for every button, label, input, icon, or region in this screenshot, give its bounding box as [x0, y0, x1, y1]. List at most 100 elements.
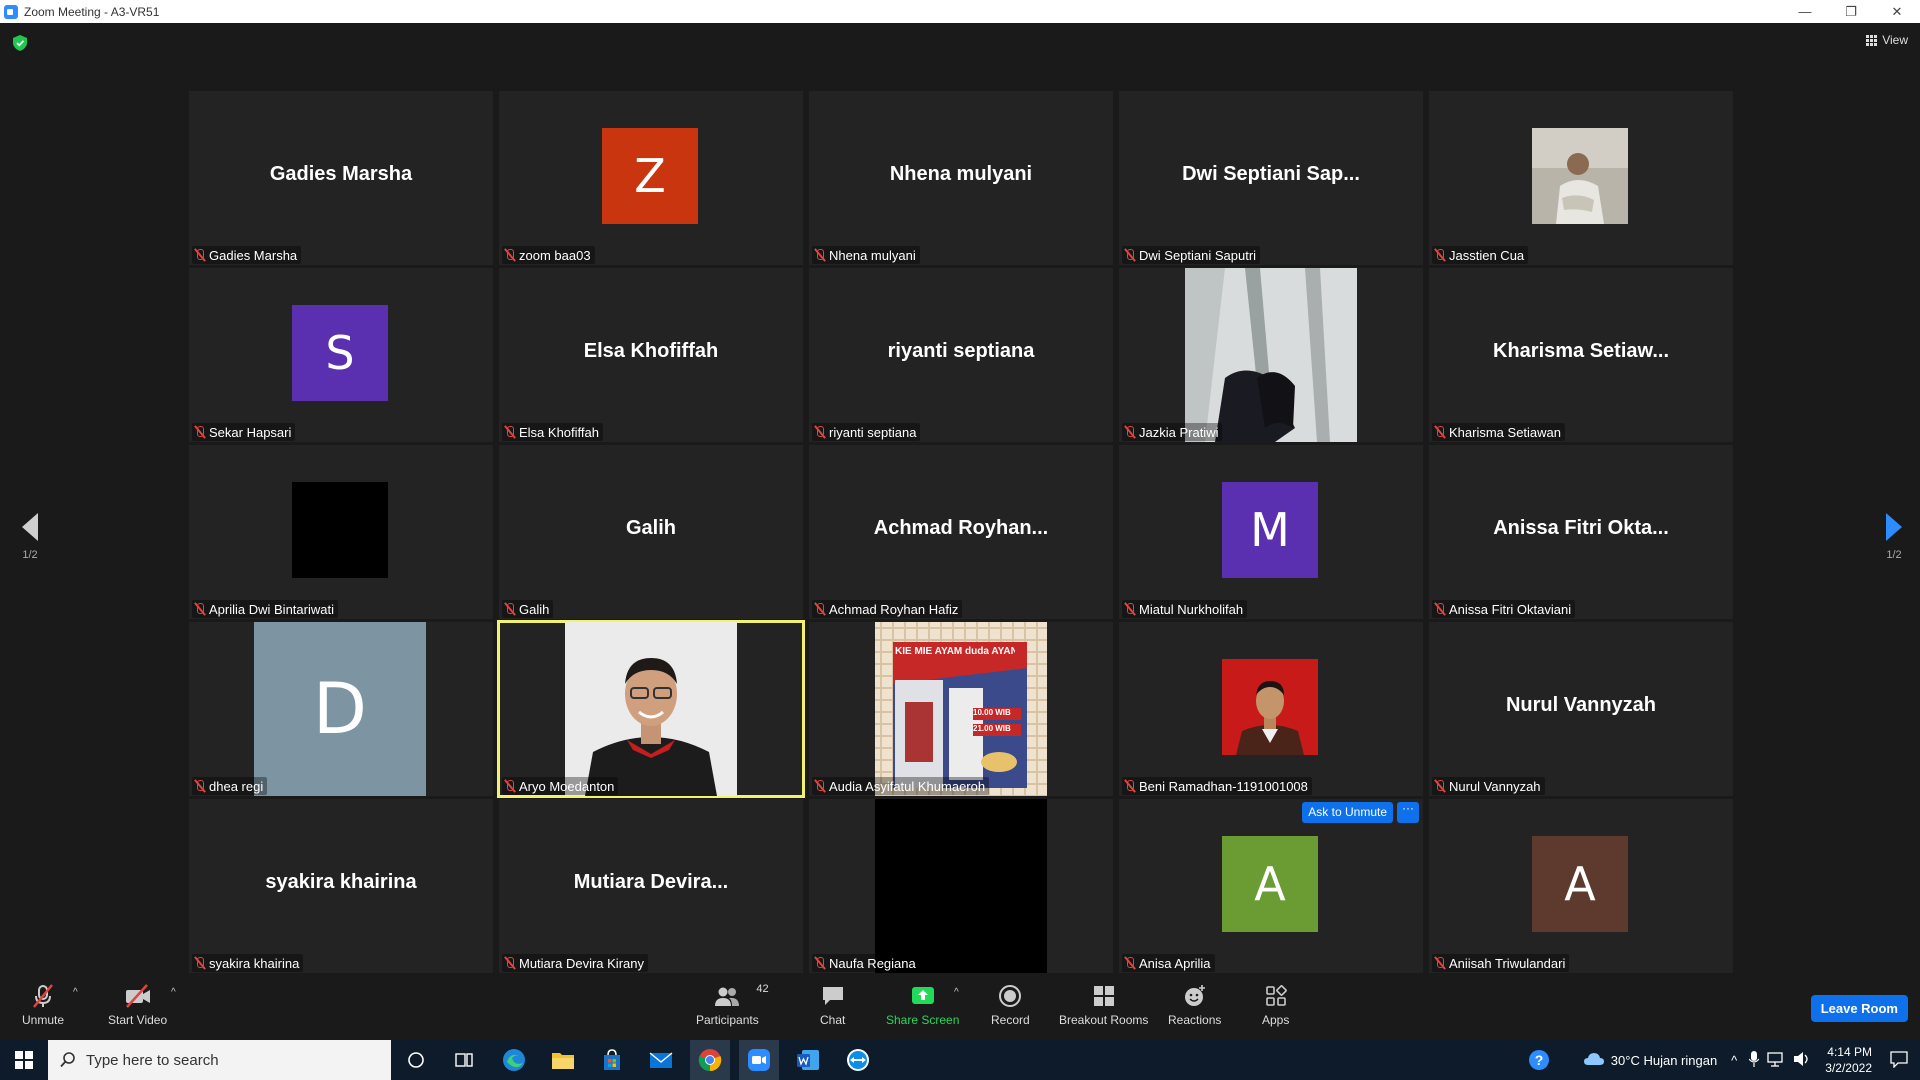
participant-tile[interactable]: KIE MIE AYAM duda AYANG 10.00 WIB 21.00 … [809, 622, 1113, 796]
network-icon[interactable] [1767, 1051, 1785, 1070]
active-speaker-tile[interactable]: Aryo Moedanton [497, 620, 805, 798]
search-icon [60, 1052, 75, 1068]
participant-tile[interactable]: Gadies Marsha Gadies Marsha [189, 91, 493, 265]
participant-tile[interactable]: Jasstien Cua [1429, 91, 1733, 265]
profile-photo [1222, 659, 1318, 755]
participant-tile[interactable]: Beni Ramadhan-1191001008 [1119, 622, 1423, 796]
windows-start-icon[interactable] [4, 1040, 44, 1080]
apps-button[interactable]: Apps [1262, 983, 1289, 1027]
help-icon[interactable]: ? [1519, 1049, 1559, 1071]
unmute-button[interactable]: Unmute [22, 983, 64, 1027]
muted-mic-icon [1434, 779, 1446, 793]
muted-mic-icon [194, 425, 206, 439]
participant-tile[interactable]: Elsa Khofiffah Elsa Khofiffah [499, 268, 803, 442]
volume-icon[interactable] [1793, 1051, 1811, 1070]
participant-name: riyanti septiana [829, 424, 917, 440]
weather-text[interactable]: 30°C Hujan ringan [1611, 1053, 1717, 1068]
participant-tile[interactable]: Achmad Royhan... Achmad Royhan Hafiz [809, 445, 1113, 619]
muted-mic-icon [194, 602, 206, 616]
reactions-label: Reactions [1168, 1013, 1222, 1027]
participant-tile[interactable]: Ask to Unmute ··· A Anisa Aprilia [1119, 799, 1423, 973]
participants-label: Participants [696, 1013, 759, 1027]
leave-room-button[interactable]: Leave Room [1810, 995, 1908, 1022]
participant-tile[interactable]: Mutiara Devira... Mutiara Devira Kirany [499, 799, 803, 973]
teamviewer-icon[interactable] [838, 1040, 878, 1080]
zoom-taskbar-icon[interactable] [739, 1040, 779, 1080]
muted-mic-icon [1434, 248, 1446, 262]
participant-name: syakira khairina [209, 955, 300, 971]
next-page-button[interactable]: 1/2 [1879, 513, 1909, 561]
participant-name: Audia Asyifatul Khumaeroh [829, 778, 986, 794]
ask-to-unmute-button[interactable]: Ask to Unmute [1302, 802, 1393, 823]
share-screen-button[interactable]: Share Screen [886, 983, 959, 1027]
previous-page-button[interactable]: 1/2 [15, 513, 45, 561]
participant-tile[interactable]: D dhea regi [189, 622, 493, 796]
participant-name: Gadies Marsha [209, 247, 298, 263]
microphone-tray-icon[interactable] [1748, 1050, 1760, 1070]
participant-tile[interactable]: Anissa Fitri Okta... Anissa Fitri Oktavi… [1429, 445, 1733, 619]
muted-mic-icon [814, 425, 826, 439]
participant-tile[interactable]: Jazkia Pratiwi [1119, 268, 1423, 442]
window-title-bar: Zoom Meeting - A3-VR51 — ❐ ✕ [0, 0, 1920, 23]
mail-icon[interactable] [641, 1040, 681, 1080]
participants-button[interactable]: 42 Participants [696, 983, 769, 1027]
participant-tile[interactable]: Naufa Regiana [809, 799, 1113, 973]
encryption-shield-icon[interactable] [13, 35, 27, 51]
share-options-caret-icon[interactable]: ^ [954, 987, 959, 998]
edge-browser-icon[interactable] [494, 1040, 534, 1080]
word-icon[interactable] [788, 1040, 828, 1080]
show-hidden-icons-chevron-icon[interactable]: ^ [1731, 1053, 1737, 1068]
participant-tile[interactable]: Galih Galih [499, 445, 803, 619]
muted-mic-icon [504, 779, 516, 793]
restore-icon[interactable]: ❐ [1828, 0, 1874, 23]
cortana-icon[interactable] [396, 1040, 436, 1080]
microsoft-store-icon[interactable] [592, 1040, 632, 1080]
muted-mic-icon [1124, 602, 1136, 616]
clock[interactable]: 4:14 PM 3/2/2022 [1825, 1044, 1872, 1076]
task-view-icon[interactable] [444, 1040, 484, 1080]
record-button[interactable]: Record [991, 983, 1030, 1027]
close-icon[interactable]: ✕ [1874, 0, 1920, 23]
participant-tile[interactable]: M Miatul Nurkholifah [1119, 445, 1423, 619]
muted-mic-icon [814, 602, 826, 616]
participant-tile[interactable]: Aprilia Dwi Bintariwati [189, 445, 493, 619]
audio-options-caret-icon[interactable]: ^ [73, 987, 78, 998]
participant-tile[interactable]: Nurul Vannyzah Nurul Vannyzah [1429, 622, 1733, 796]
chrome-icon[interactable] [690, 1040, 730, 1080]
file-explorer-icon[interactable] [543, 1040, 583, 1080]
view-button[interactable]: View [1866, 33, 1908, 47]
participant-display-name: Achmad Royhan... [873, 517, 1049, 539]
window-title: Zoom Meeting - A3-VR51 [24, 4, 160, 19]
weather-cloud-icon[interactable] [1583, 1051, 1605, 1070]
participant-tile[interactable]: riyanti septiana riyanti septiana [809, 268, 1113, 442]
muted-mic-icon [1124, 425, 1136, 439]
chat-button[interactable]: Chat [820, 983, 845, 1027]
more-options-button[interactable]: ··· [1397, 802, 1419, 823]
participant-display-name: riyanti septiana [887, 340, 1035, 362]
participant-nameplate: Jasstien Cua [1432, 246, 1529, 264]
participant-tile[interactable]: syakira khairina syakira khairina [189, 799, 493, 973]
participant-name: Galih [519, 601, 550, 617]
muted-mic-icon [1124, 248, 1136, 262]
participant-tile[interactable]: A Aniisah Triwulandari [1429, 799, 1733, 973]
video-options-caret-icon[interactable]: ^ [171, 987, 176, 998]
participant-nameplate: Sekar Hapsari [192, 423, 296, 441]
participant-tile[interactable]: S Sekar Hapsari [189, 268, 493, 442]
participant-tile[interactable]: Kharisma Setiaw... Kharisma Setiawan [1429, 268, 1733, 442]
chat-label: Chat [820, 1013, 846, 1027]
start-video-button[interactable]: Start Video [108, 983, 167, 1027]
muted-mic-icon [194, 779, 206, 793]
participants-count: 42 [756, 983, 769, 995]
participant-nameplate: syakira khairina [192, 954, 304, 972]
participant-tile[interactable]: Dwi Septiani Sap... Dwi Septiani Saputri [1119, 91, 1423, 265]
breakout-rooms-button[interactable]: Breakout Rooms [1059, 983, 1148, 1027]
reactions-button[interactable]: Reactions [1168, 983, 1221, 1027]
meeting-toolbar: Unmute ^ Start Video ^ 42 Participants C… [0, 975, 1920, 1040]
participant-tile[interactable]: Nhena mulyani Nhena mulyani [809, 91, 1113, 265]
participant-nameplate: Miatul Nurkholifah [1122, 600, 1248, 618]
taskbar-search-box[interactable]: Type here to search [48, 1040, 391, 1080]
notification-center-icon[interactable] [1890, 1050, 1908, 1071]
minimize-icon[interactable]: — [1782, 0, 1828, 23]
participant-tile[interactable]: Z zoom baa03 [499, 91, 803, 265]
participant-nameplate: Achmad Royhan Hafiz [812, 600, 963, 618]
